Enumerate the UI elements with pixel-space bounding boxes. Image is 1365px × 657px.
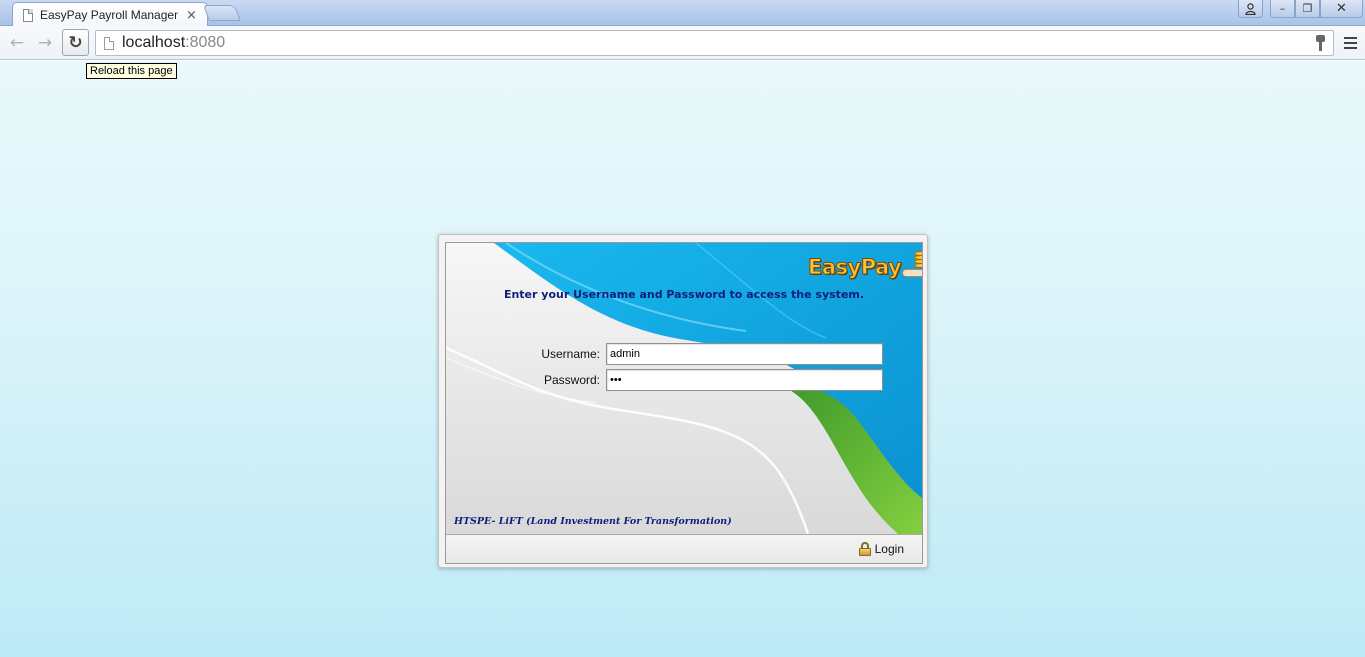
- username-input[interactable]: [606, 343, 883, 365]
- url-port: :8080: [185, 34, 226, 51]
- username-label: Username:: [541, 347, 600, 361]
- lock-icon: [858, 542, 871, 556]
- logo-text: EasyPay: [807, 255, 902, 280]
- tab-title: EasyPay Payroll Managemen: [40, 8, 178, 22]
- url-host: localhost: [122, 34, 186, 51]
- tab-close-icon[interactable]: ×: [186, 8, 197, 23]
- browser-tab[interactable]: EasyPay Payroll Managemen ×: [12, 2, 208, 27]
- login-window: EasyPay Enter your Username and Password…: [438, 234, 928, 568]
- browser-menu-icon[interactable]: [1340, 33, 1360, 53]
- page-icon: [23, 8, 33, 22]
- reload-tooltip: Reload this page: [86, 63, 177, 79]
- new-tab-button[interactable]: [203, 5, 241, 21]
- username-row: Username:: [506, 343, 906, 365]
- browser-toolbar: ← → ↻ localhost:8080: [0, 26, 1365, 60]
- close-window-button[interactable]: ✕: [1320, 0, 1363, 18]
- easypay-logo: EasyPay: [807, 249, 922, 280]
- minimize-button[interactable]: –: [1270, 0, 1295, 18]
- browser-titlebar: EasyPay Payroll Managemen × – ❐ ✕: [0, 0, 1365, 27]
- organization-footer: HTSPE- LiFT (Land Investment For Transfo…: [454, 516, 732, 527]
- login-button[interactable]: Login: [858, 540, 904, 558]
- page-content: EasyPay Enter your Username and Password…: [0, 61, 1365, 657]
- password-input[interactable]: [606, 369, 883, 391]
- login-button-label: Login: [874, 542, 904, 556]
- key-icon[interactable]: [1315, 35, 1325, 51]
- forward-arrow-icon[interactable]: →: [32, 31, 58, 55]
- page-icon: [104, 36, 114, 50]
- coins-hand-icon: [902, 249, 922, 279]
- reload-button[interactable]: ↻: [62, 29, 89, 56]
- address-bar[interactable]: localhost:8080: [95, 30, 1334, 56]
- login-instruction: Enter your Username and Password to acce…: [503, 288, 865, 301]
- profile-icon[interactable]: [1238, 0, 1263, 18]
- login-button-bar: Login: [446, 534, 922, 563]
- password-label: Password:: [543, 373, 600, 387]
- restore-button[interactable]: ❐: [1295, 0, 1320, 18]
- login-background: EasyPay Enter your Username and Password…: [446, 243, 922, 534]
- password-row: Password:: [506, 369, 906, 391]
- back-arrow-icon[interactable]: ←: [4, 31, 30, 55]
- login-panel: EasyPay Enter your Username and Password…: [445, 242, 923, 564]
